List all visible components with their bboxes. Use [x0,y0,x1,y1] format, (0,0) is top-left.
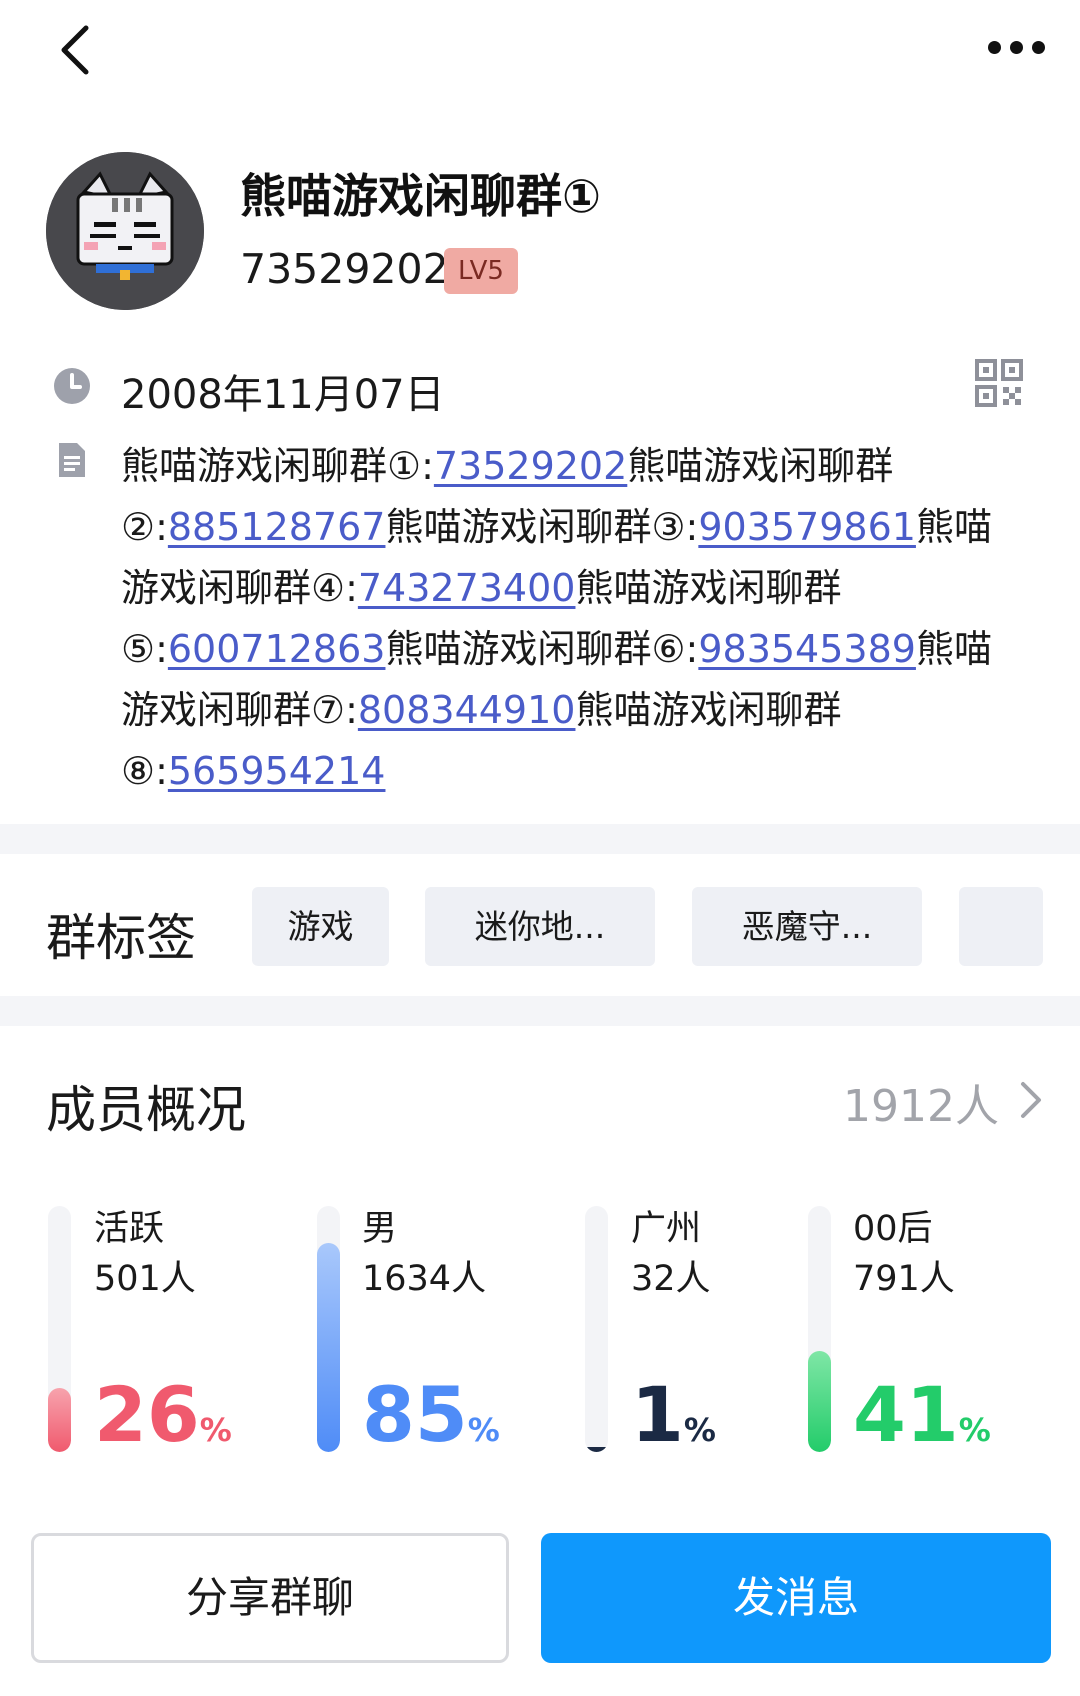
stat-bar-fill [317,1242,340,1452]
group-number-link[interactable]: 565954214 [168,749,386,793]
group-number-link[interactable]: 983545389 [698,627,916,671]
stat-percent: 41% [853,1375,991,1470]
group-name: 熊喵游戏闲聊群① [240,169,601,223]
more-dot-icon [1031,40,1045,54]
group-avatar[interactable] [46,152,204,310]
stat-bar-fill [48,1388,71,1452]
stat-percent-unit: % [467,1411,500,1449]
section-divider [0,824,1080,854]
chevron-left-icon [61,25,89,75]
send-message-button[interactable]: 发消息 [541,1533,1051,1663]
stat-bar [585,1206,608,1452]
created-date: 2008年11月07日 [121,372,445,418]
stat-percent: 85% [362,1375,500,1470]
tag-chip[interactable]: 恶魔守... [692,887,922,966]
stat-count: 1634人 [362,1259,487,1299]
stat-percent-value: 1 [631,1370,684,1459]
tag-chip[interactable]: 游戏 [252,887,389,966]
stat-percent-unit: % [683,1411,716,1449]
group-number-link[interactable]: 73529202 [434,444,627,488]
stat-label: 广州 [631,1209,702,1249]
pixel-cat-avatar-icon [46,152,204,310]
more-options-button[interactable] [976,22,1056,72]
description-text: 熊喵游戏闲聊群①: [121,444,434,488]
group-number-link[interactable]: 808344910 [358,688,576,732]
group-number-link[interactable]: 885128767 [168,505,386,549]
stat-label: 男 [362,1209,398,1249]
stat-bar-fill [808,1351,831,1452]
stat-count: 501人 [94,1259,196,1299]
back-button[interactable] [44,20,104,80]
group-number-link[interactable]: 903579861 [698,505,916,549]
description-text: 熊喵游戏闲聊群⑥: [385,627,699,671]
more-dot-icon [987,40,1001,54]
stat-percent-unit: % [199,1411,232,1449]
stat-bar [317,1206,340,1452]
members-total[interactable]: 1912人 [843,1070,999,1134]
tag-chip[interactable]: 迷你地... [425,887,655,966]
stat-percent-value: 26 [94,1370,200,1459]
group-profile-page: 熊喵游戏闲聊群① 73529202 LV5 2008年11月07日 熊喵游戏闲聊… [0,0,1080,1696]
stat-percent-unit: % [958,1411,991,1449]
members-title: 成员概况 [46,1081,246,1139]
stat-percent-value: 41 [853,1370,959,1459]
tags-title: 群标签 [46,909,196,967]
description-text: 熊喵游戏闲聊群③: [385,505,699,549]
stat-percent: 1% [631,1375,716,1470]
stat-label: 00后 [853,1209,933,1249]
share-group-button[interactable]: 分享群聊 [31,1533,509,1663]
tag-chip[interactable] [959,887,1043,966]
group-number-link[interactable]: 600712863 [168,627,386,671]
document-icon [59,443,85,477]
stat-label: 活跃 [94,1209,165,1249]
chevron-right-icon[interactable] [1018,1078,1044,1122]
clock-icon [54,368,90,404]
more-dot-icon [1009,40,1023,54]
stat-bar-fill [585,1447,608,1452]
stat-bar [48,1206,71,1452]
section-divider [0,996,1080,1026]
stat-count: 32人 [631,1259,711,1299]
stat-percent-value: 85 [362,1370,468,1459]
top-bar [0,0,1080,100]
stat-bar [808,1206,831,1452]
level-badge: LV5 [444,248,518,294]
qr-code-icon[interactable] [974,358,1024,408]
group-id[interactable]: 73529202 [240,245,449,293]
stat-count: 791人 [853,1259,955,1299]
stat-percent: 26% [94,1375,232,1470]
group-description: 熊喵游戏闲聊群①:73529202熊喵游戏闲聊群②:885128767熊喵游戏闲… [121,436,1021,802]
group-number-link[interactable]: 743273400 [358,566,576,610]
